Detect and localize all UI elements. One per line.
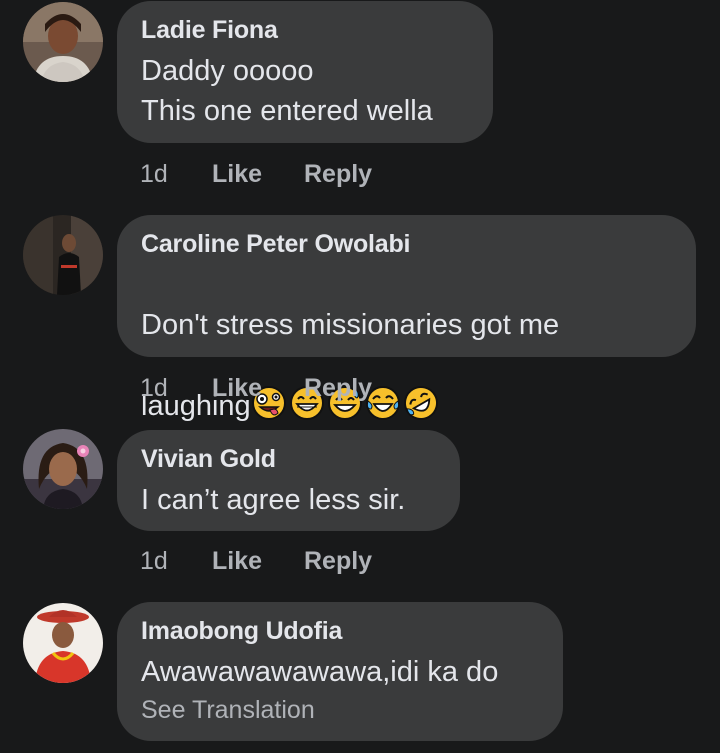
like-button[interactable]: Like bbox=[212, 546, 262, 576]
see-translation-link[interactable]: See Translation bbox=[141, 694, 539, 726]
avatar[interactable] bbox=[23, 215, 103, 295]
comment-text: Daddy ooooo This one entered wella bbox=[141, 55, 433, 127]
avatar-image bbox=[23, 215, 103, 295]
avatar-image bbox=[23, 603, 103, 683]
avatar-image bbox=[23, 429, 103, 509]
comment-author[interactable]: Ladie Fiona bbox=[141, 15, 469, 45]
comment-author[interactable]: Vivian Gold bbox=[141, 444, 436, 474]
comment-bubble: Imaobong Udofia Awawawawawawa,idi ka do … bbox=[117, 602, 563, 741]
avatar-image bbox=[23, 2, 103, 82]
reply-button[interactable]: Reply bbox=[304, 546, 372, 576]
comment-bubble: Ladie Fiona Daddy ooooo This one entered… bbox=[117, 1, 493, 143]
comment-author[interactable]: Caroline Peter Owolabi bbox=[141, 229, 672, 259]
comment-timestamp[interactable]: 1d bbox=[140, 159, 168, 189]
comment-bubble: Vivian Gold I can’t agree less sir. bbox=[117, 430, 460, 531]
reply-button[interactable]: Reply bbox=[304, 373, 372, 403]
rofl-emoji bbox=[403, 386, 438, 420]
avatar[interactable] bbox=[23, 603, 103, 683]
comment-timestamp[interactable]: 1d bbox=[140, 546, 168, 576]
comment-text: I can’t agree less sir. bbox=[141, 484, 406, 516]
comment-text-line: Don't stress missionaries got me bbox=[141, 309, 560, 341]
comment-author[interactable]: Imaobong Udofia bbox=[141, 616, 539, 646]
avatar[interactable] bbox=[23, 429, 103, 509]
reply-button[interactable]: Reply bbox=[304, 159, 372, 189]
comment-text: Awawawawawawa,idi ka do bbox=[141, 656, 499, 688]
comment-timestamp[interactable]: 1d bbox=[140, 373, 168, 403]
like-button[interactable]: Like bbox=[212, 159, 262, 189]
comment-bubble: Caroline Peter Owolabi Don't stress miss… bbox=[117, 215, 696, 422]
avatar[interactable] bbox=[23, 2, 103, 82]
like-button[interactable]: Like bbox=[212, 373, 262, 403]
